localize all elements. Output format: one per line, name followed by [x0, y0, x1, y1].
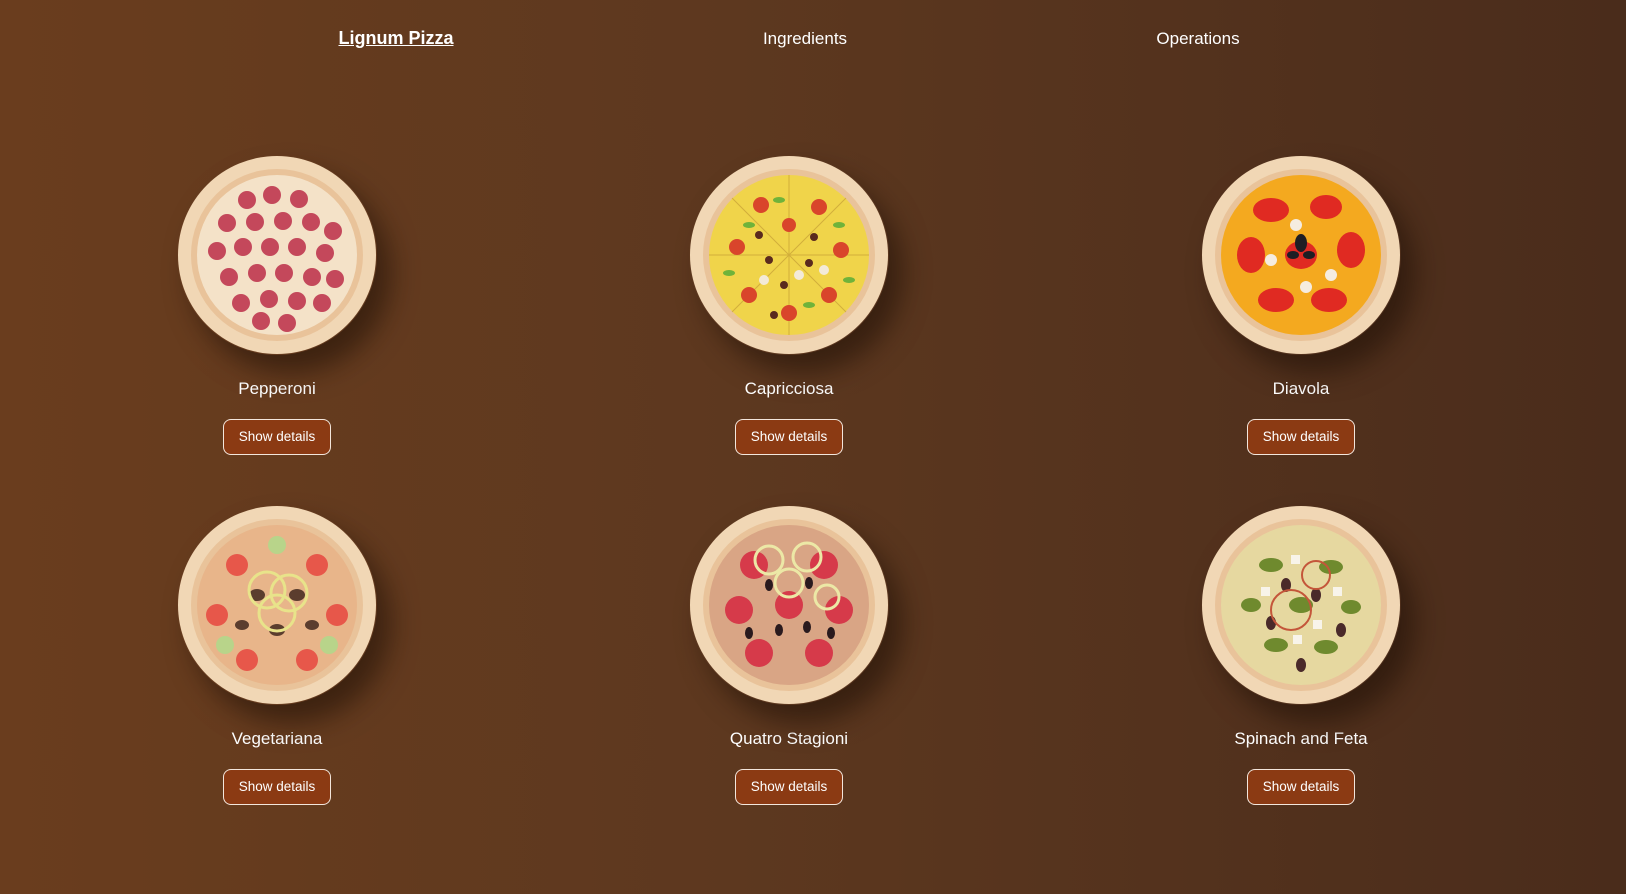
pizza-image-diavola [1201, 155, 1401, 355]
show-details-button[interactable]: Show details [735, 419, 843, 455]
pizza-name: Pepperoni [238, 379, 316, 398]
pizza-name: Capricciosa [744, 379, 834, 398]
pizza-card-quatro-stagioni: Quatro Stagioni Show details [659, 505, 919, 815]
pizza-name: Spinach and Feta [1234, 729, 1368, 748]
pizza-name: Quatro Stagioni [729, 729, 849, 748]
pizza-card-diavola: Diavola Show details [1171, 155, 1431, 465]
pizza-name: Diavola [1272, 379, 1330, 398]
pizza-card-pepperoni: Pepperoni Show details [147, 155, 407, 465]
show-details-button[interactable]: Show details [1247, 769, 1355, 805]
pizza-image-vegetariana [177, 505, 377, 705]
show-details-button[interactable]: Show details [223, 769, 331, 805]
pizza-name: Vegetariana [231, 729, 323, 748]
show-details-button[interactable]: Show details [1247, 419, 1355, 455]
pizza-image-spinach-and-feta [1201, 505, 1401, 705]
show-details-button[interactable]: Show details [223, 419, 331, 455]
pizza-image-capricciosa [689, 155, 889, 355]
pizza-card-capricciosa: Capricciosa Show details [659, 155, 919, 465]
pizza-image-pepperoni [177, 155, 377, 355]
pizza-card-spinach-and-feta: Spinach and Feta Show details [1171, 505, 1431, 815]
pizza-grid: Pepperoni Show details Capricciosa Show … [0, 0, 1626, 894]
pizza-image-quatro-stagioni [689, 505, 889, 705]
show-details-button[interactable]: Show details [735, 769, 843, 805]
pizza-card-vegetariana: Vegetariana Show details [147, 505, 407, 815]
